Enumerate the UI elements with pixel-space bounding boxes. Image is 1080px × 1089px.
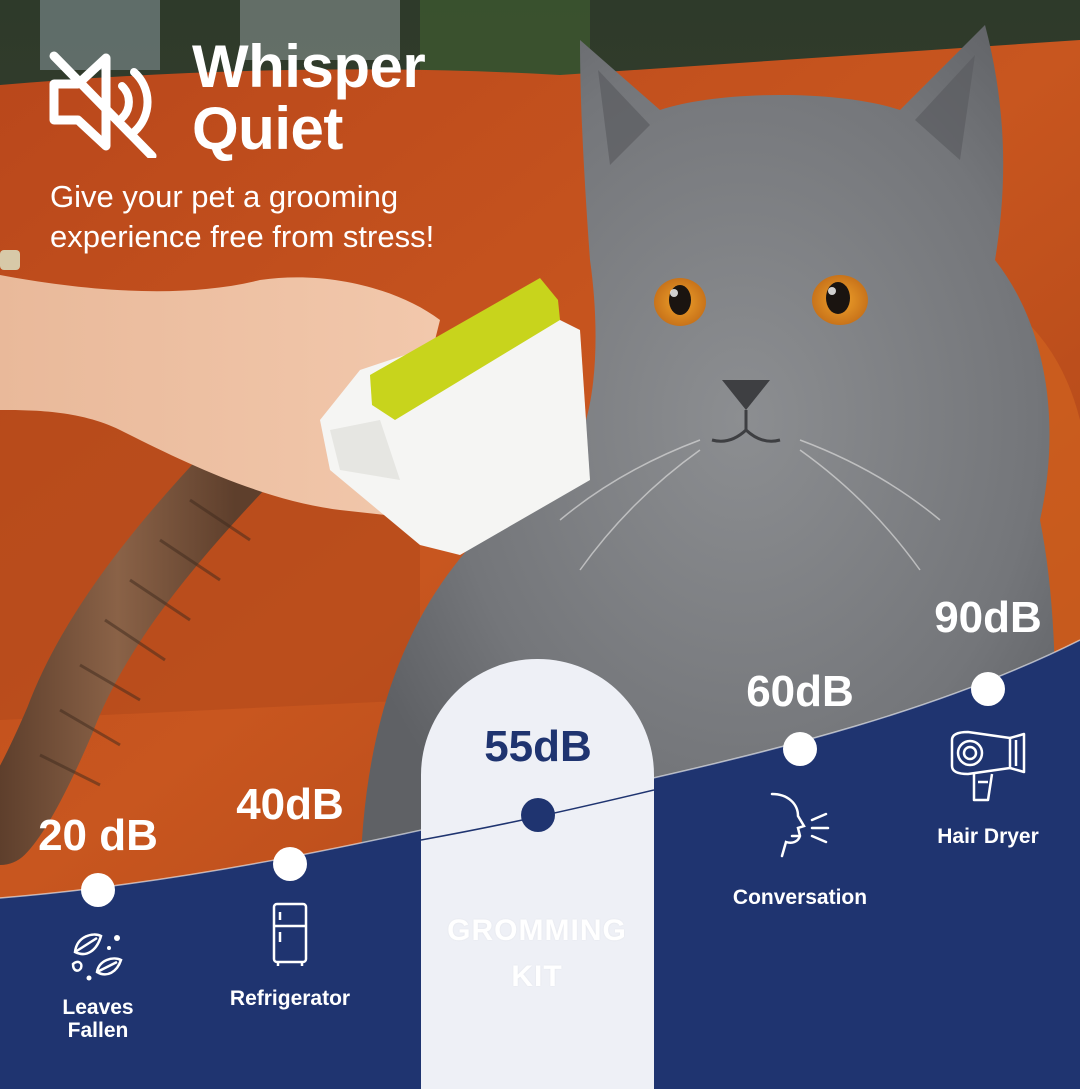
noise-dot-conversation	[783, 732, 817, 766]
headline-title-line2: Quiet	[192, 95, 343, 162]
noise-label-leaves-line2: Fallen	[67, 1019, 129, 1042]
noise-label-hair-dryer: Hair Dryer	[937, 825, 1039, 848]
leaves-icon	[71, 933, 123, 981]
noise-value-hair-dryer: 90dB	[934, 593, 1042, 642]
noise-value-conversation: 60dB	[746, 667, 854, 716]
headline-title-line1: Whisper	[192, 33, 426, 100]
grooming-kit-label: GROMMING KIT	[422, 908, 652, 1000]
mute-sound-icon	[49, 51, 157, 158]
tagline: Give your pet a grooming experience free…	[50, 177, 570, 257]
noise-dot-hair-dryer	[971, 672, 1005, 706]
noise-dot-grooming-kit	[521, 798, 555, 832]
product-banner: Whisper Quiet Give your pet a grooming e…	[0, 0, 1080, 1089]
noise-label-leaves: Leaves Fallen	[62, 996, 133, 1042]
hair-dryer-icon	[950, 730, 1026, 802]
tagline-line1: Give your pet a grooming	[50, 179, 399, 214]
noise-value-grooming-kit: 55dB	[484, 722, 592, 771]
grooming-kit-label-line1: GROMMING	[447, 914, 627, 947]
speaking-face-icon	[770, 792, 830, 858]
tagline-line2: experience free from stress!	[50, 219, 435, 254]
grooming-kit-label-line2: KIT	[511, 960, 563, 993]
refrigerator-icon	[272, 902, 308, 966]
noise-label-refrigerator: Refrigerator	[229, 987, 351, 1010]
headline-title: Whisper Quiet	[192, 36, 612, 160]
noise-label-leaves-line1: Leaves	[62, 996, 134, 1019]
noise-dot-refrigerator	[273, 847, 307, 881]
noise-value-refrigerator: 40dB	[236, 780, 344, 829]
noise-dot-leaves	[81, 873, 115, 907]
noise-label-conversation: Conversation	[732, 886, 868, 909]
noise-value-leaves: 20 dB	[38, 811, 158, 860]
